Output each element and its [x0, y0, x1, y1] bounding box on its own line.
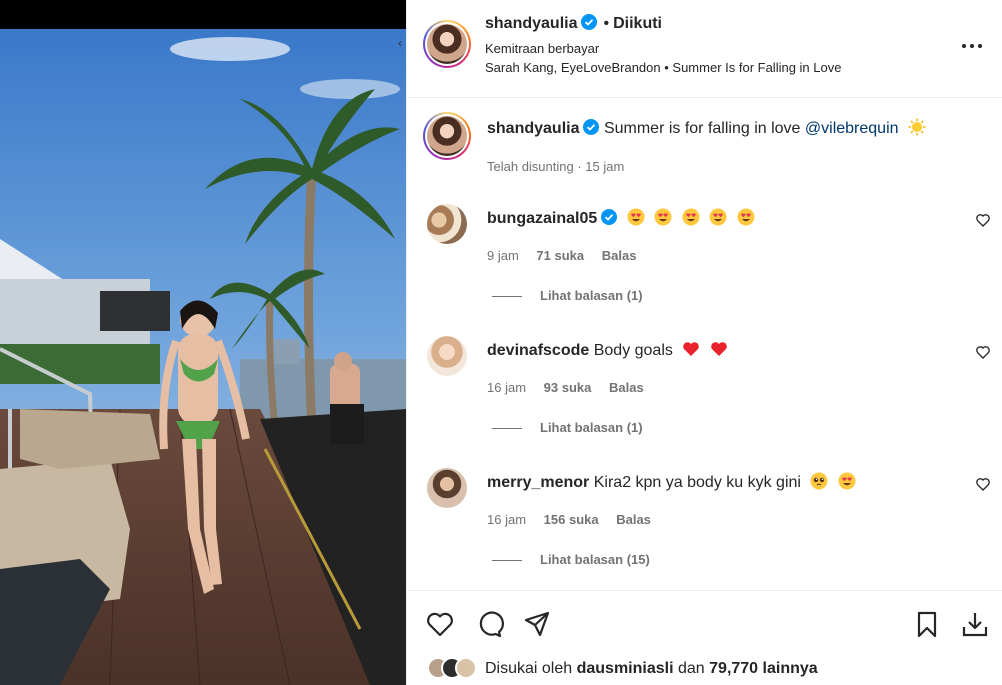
heart-eyes-emoji-icon [838, 472, 856, 490]
commenter-username[interactable]: merry_menor [487, 474, 589, 491]
commenter-avatar[interactable] [427, 468, 467, 508]
view-replies-label: Lihat balasan (1) [540, 288, 643, 303]
comment-text: bungazainal05 [487, 208, 755, 228]
caption-avatar[interactable] [423, 112, 471, 160]
comment-text: devinafscode Body goals [487, 340, 728, 360]
red-heart-emoji-icon [683, 342, 700, 356]
post-media[interactable]: ‹ [0, 0, 406, 685]
reply-button[interactable]: Balas [616, 512, 651, 527]
commenter-username[interactable]: bungazainal05 [487, 210, 597, 227]
comment-like-heart-icon[interactable] [975, 344, 991, 360]
media-top-bar [0, 0, 406, 29]
comment-body: Kira2 kpn ya body ku kyk gini [593, 474, 801, 491]
heart-eyes-emoji-icon [682, 208, 700, 226]
verified-icon [583, 119, 600, 135]
red-heart-emoji-icon [710, 342, 727, 356]
verified-icon [581, 14, 598, 30]
author-username[interactable]: shandyaulia [485, 15, 577, 32]
author-row: shandyaulia • Diikuti [485, 14, 662, 33]
comment-likes[interactable]: 156 suka [544, 512, 599, 527]
comment-meta: 16 jam 93 suka Balas [487, 380, 658, 395]
commenter-avatar[interactable] [427, 336, 467, 376]
pleading-face-emoji-icon [810, 472, 828, 490]
comment-text: merry_menor Kira2 kpn ya body ku kyk gin… [487, 472, 856, 492]
reply-button[interactable]: Balas [609, 380, 644, 395]
caption-meta: Telah disunting · 15 jam [487, 159, 625, 174]
liked-by-user-link[interactable]: dausminiasli [577, 660, 674, 677]
comment-item: merry_menor Kira2 kpn ya body ku kyk gin… [423, 468, 993, 588]
heart-icon[interactable] [425, 609, 455, 639]
share-icon[interactable] [522, 609, 552, 639]
post-details-panel: shandyaulia • Diikuti Kemitraan berbayar S… [406, 0, 1002, 685]
heart-eyes-emoji-icon [737, 208, 755, 226]
view-replies-button[interactable]: Lihat balasan (1) [492, 288, 643, 303]
likes-count-link[interactable]: 79,770 lainnya [709, 660, 818, 677]
comment-meta: 16 jam 156 suka Balas [487, 512, 665, 527]
caption-text: shandyaulia Summer is for falling in lov… [487, 118, 926, 138]
commenter-avatar[interactable] [427, 204, 467, 244]
author-avatar[interactable] [423, 20, 471, 68]
comment-time: 16 jam [487, 512, 527, 527]
liked-by-prefix: Disukai oleh [485, 660, 573, 677]
view-replies-label: Lihat balasan (1) [540, 420, 643, 435]
comment-item: devinafscode Body goals 16 jam 93 suka B… [423, 336, 993, 456]
comment-time: 16 jam [487, 380, 527, 395]
view-replies-label: Lihat balasan (15) [540, 552, 650, 567]
verified-icon [601, 209, 618, 225]
previous-arrow-icon[interactable]: ‹ [398, 37, 406, 49]
bookmark-icon[interactable] [912, 609, 942, 639]
caption-mention-link[interactable]: @vilebrequin [805, 120, 899, 137]
liked-by-middle: dan [677, 660, 705, 677]
heart-eyes-emoji-icon [709, 208, 727, 226]
post-header: shandyaulia • Diikuti Kemitraan berbayar S… [407, 0, 1002, 98]
comment-like-heart-icon[interactable] [975, 212, 991, 228]
download-icon[interactable] [960, 609, 990, 639]
audio-attribution[interactable]: Sarah Kang, EyeLoveBrandon • Summer Is f… [485, 60, 841, 75]
caption-username[interactable]: shandyaulia [487, 120, 579, 137]
more-icon[interactable] [960, 36, 984, 56]
liker-avatar[interactable] [455, 657, 477, 679]
paid-partnership-label[interactable]: Kemitraan berbayar [485, 41, 599, 56]
comment-time: 9 jam [487, 248, 519, 263]
reply-button[interactable]: Balas [602, 248, 637, 263]
commenter-username[interactable]: devinafscode [487, 342, 589, 359]
likes-summary: Disukai oleh dausminiasli dan 79,770 lai… [427, 657, 818, 683]
comment-likes[interactable]: 93 suka [544, 380, 592, 395]
heart-eyes-emoji-icon [627, 208, 645, 226]
view-replies-button[interactable]: Lihat balasan (1) [492, 420, 643, 435]
caption-body: Summer is for falling in love [603, 120, 801, 137]
separator-dot: • [603, 15, 610, 32]
follow-status-button[interactable]: Diikuti [613, 15, 662, 32]
sun-emoji-icon [908, 118, 926, 136]
comment-item: bungazainal05 9 jam 71 suka Balas Lihat … [423, 204, 993, 324]
comment-body: Body goals [593, 342, 673, 359]
post-video[interactable] [0, 29, 406, 685]
heart-eyes-emoji-icon [654, 208, 672, 226]
comment-likes[interactable]: 71 suka [536, 248, 584, 263]
view-replies-button[interactable]: Lihat balasan (15) [492, 552, 650, 567]
comment-icon[interactable] [474, 609, 504, 639]
comment-meta: 9 jam 71 suka Balas [487, 248, 650, 263]
comment-like-heart-icon[interactable] [975, 476, 991, 492]
